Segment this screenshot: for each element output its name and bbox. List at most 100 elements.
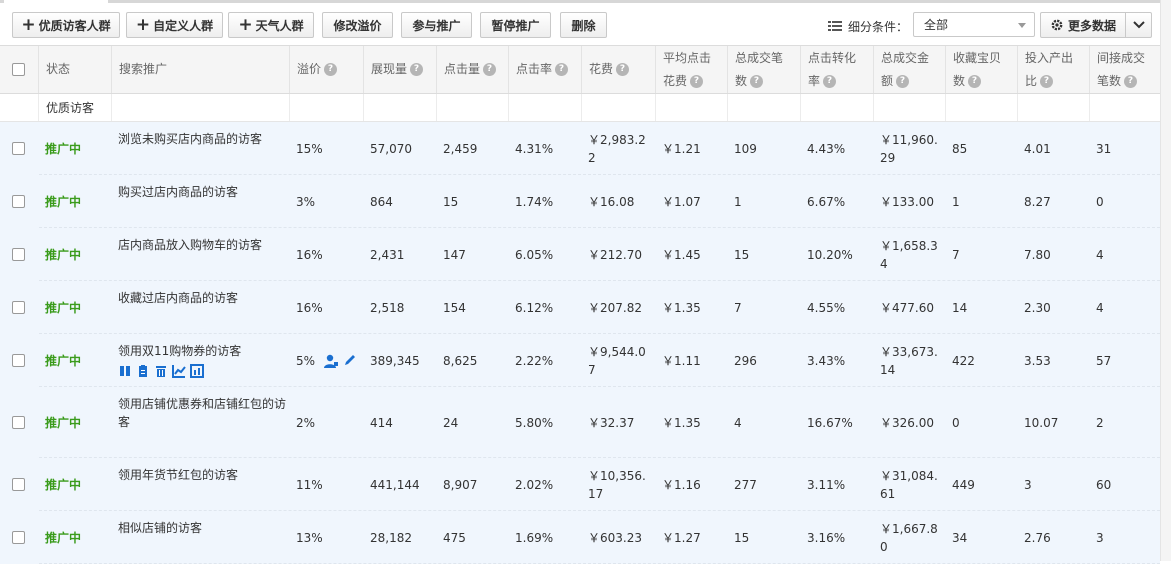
cell-ctr: 6.05% — [515, 247, 554, 262]
cell-amount: ￥33,673.14 — [880, 344, 938, 377]
add-quality-audience-button[interactable]: + 优质访客人群 — [12, 12, 120, 38]
select-all-checkbox[interactable] — [12, 63, 25, 76]
header-total-amount[interactable]: 总成交金额? — [873, 46, 945, 93]
question-icon[interactable]: ? — [750, 74, 764, 88]
cell-orders: 296 — [734, 353, 757, 368]
table-row: 推广中 收藏过店内商品的访客 16% 2,518 154 6.12% ￥207.82 ￥1.3… — [0, 281, 1160, 334]
cell-clicks: 2,459 — [443, 141, 478, 156]
cell-impressions: 28,182 — [370, 530, 412, 545]
question-icon[interactable]: ? — [690, 74, 704, 88]
user-edit-icon[interactable] — [323, 353, 339, 369]
cell-orders: 15 — [734, 247, 750, 262]
table-row: 推广中 浏览未购买店内商品的访客 15% 57,070 2,459 4.31% ￥2,983… — [0, 122, 1160, 175]
cell-favorites: 449 — [952, 477, 975, 492]
cell-favorites: 0 — [952, 415, 960, 430]
premium-value: 3% — [296, 194, 316, 209]
row-checkbox[interactable] — [12, 248, 25, 261]
question-icon[interactable]: ? — [483, 63, 497, 76]
question-icon[interactable]: ? — [1124, 74, 1138, 88]
cell-roi: 2.30 — [1024, 300, 1051, 315]
premium-value: 2% — [296, 415, 316, 430]
audience-name: 浏览未购买店内商品的访客 — [118, 132, 263, 146]
header-clicks[interactable]: 点击量? — [436, 46, 508, 93]
header-cost[interactable]: 花费? — [581, 46, 655, 93]
question-icon[interactable]: ? — [968, 74, 982, 88]
delete-button[interactable]: 删除 — [560, 12, 607, 38]
status-badge: 推广中 — [45, 248, 82, 262]
cell-clicks: 147 — [443, 247, 466, 262]
status-badge: 推广中 — [45, 354, 82, 368]
cell-favorites: 14 — [952, 300, 968, 315]
more-data-dropdown[interactable] — [1126, 13, 1151, 37]
table-row: 推广中 购买过店内商品的访客 3% 864 15 1.74% ￥16.08 ￥1.07 1 6.6… — [0, 175, 1160, 228]
question-icon[interactable]: ? — [616, 63, 630, 76]
filter-select[interactable]: 全部 — [913, 12, 1035, 37]
premium-value: 13% — [296, 530, 323, 545]
add-custom-audience-button[interactable]: + 自定义人群 — [126, 12, 223, 38]
header-total-orders[interactable]: 总成交笔数? — [727, 46, 800, 93]
header-ctr[interactable]: 点击率? — [508, 46, 581, 93]
clipboard-icon[interactable] — [136, 364, 150, 378]
header-roi[interactable]: 投入产出比? — [1017, 46, 1089, 93]
row-checkbox[interactable] — [12, 478, 25, 491]
cell-orders: 15 — [734, 530, 750, 545]
audience-name: 购买过店内商品的访客 — [118, 185, 239, 199]
plus-icon: + — [21, 14, 36, 35]
trash-icon[interactable] — [154, 364, 168, 378]
header-status: 状态 — [38, 46, 111, 93]
cell-amount: ￥1,667.80 — [880, 521, 938, 554]
cell-amount: ￥1,658.34 — [880, 238, 938, 271]
row-checkbox[interactable] — [12, 142, 25, 155]
header-favorites[interactable]: 收藏宝贝数? — [945, 46, 1017, 93]
edit-premium-button[interactable]: 修改溢价 — [322, 12, 393, 38]
question-icon[interactable]: ? — [823, 74, 837, 88]
premium-value: 5% — [296, 353, 316, 368]
scrollbar[interactable] — [1160, 0, 1171, 561]
cell-clicks: 8,907 — [443, 477, 478, 492]
cell-impressions: 864 — [370, 194, 393, 209]
row-checkbox[interactable] — [12, 301, 25, 314]
cell-cvr: 3.11% — [807, 477, 846, 492]
row-checkbox[interactable] — [12, 416, 25, 429]
report-icon[interactable] — [190, 364, 204, 378]
status-badge: 推广中 — [45, 142, 82, 156]
header-premium[interactable]: 溢价? — [289, 46, 363, 93]
question-icon[interactable]: ? — [1040, 74, 1054, 88]
cell-cvr: 3.43% — [807, 353, 846, 368]
cell-cvr: 3.16% — [807, 530, 846, 545]
row-checkbox[interactable] — [12, 531, 25, 544]
add-weather-audience-button[interactable]: + 天气人群 — [228, 12, 314, 38]
cell-roi: 10.07 — [1024, 415, 1059, 430]
cell-amount: ￥133.00 — [880, 194, 934, 209]
cell-ctr: 2.22% — [515, 353, 554, 368]
trend-chart-icon[interactable] — [172, 364, 186, 378]
cell-cost: ￥2,983.22 — [588, 132, 646, 165]
question-icon[interactable]: ? — [324, 63, 338, 76]
question-icon[interactable]: ? — [555, 63, 569, 76]
status-badge: 推广中 — [45, 478, 82, 492]
filter-label: 细分条件： — [828, 17, 908, 35]
row-checkbox[interactable] — [12, 195, 25, 208]
cell-roi: 2.76 — [1024, 530, 1051, 545]
pencil-icon[interactable] — [343, 353, 357, 367]
question-icon[interactable]: ? — [896, 74, 910, 88]
cell-cpc: ￥1.16 — [662, 478, 701, 492]
cell-indirect: 4 — [1096, 300, 1104, 315]
cell-cvr: 4.43% — [807, 141, 846, 156]
cell-clicks: 8,625 — [443, 353, 478, 368]
header-cvr[interactable]: 点击转化率? — [800, 46, 873, 93]
cell-impressions: 57,070 — [370, 141, 412, 156]
cell-amount: ￥477.60 — [880, 300, 934, 315]
header-avg-cpc[interactable]: 平均点击花费? — [655, 46, 727, 93]
header-impressions[interactable]: 展现量? — [363, 46, 436, 93]
more-data-button[interactable]: 更多数据 — [1040, 12, 1152, 38]
row-checkbox[interactable] — [12, 354, 25, 367]
header-indirect-orders[interactable]: 间接成交笔数? — [1089, 46, 1160, 93]
join-promotion-button[interactable]: 参与推广 — [401, 12, 472, 38]
table-row: 推广中 领用年货节红包的访客 11% 441,144 8,907 2.02% ￥10,356… — [0, 458, 1160, 511]
cell-indirect: 57 — [1096, 353, 1112, 368]
question-icon[interactable]: ? — [410, 63, 424, 76]
row-actions — [118, 364, 288, 378]
pause-icon[interactable] — [118, 364, 132, 378]
pause-promotion-button[interactable]: 暂停推广 — [480, 12, 551, 38]
